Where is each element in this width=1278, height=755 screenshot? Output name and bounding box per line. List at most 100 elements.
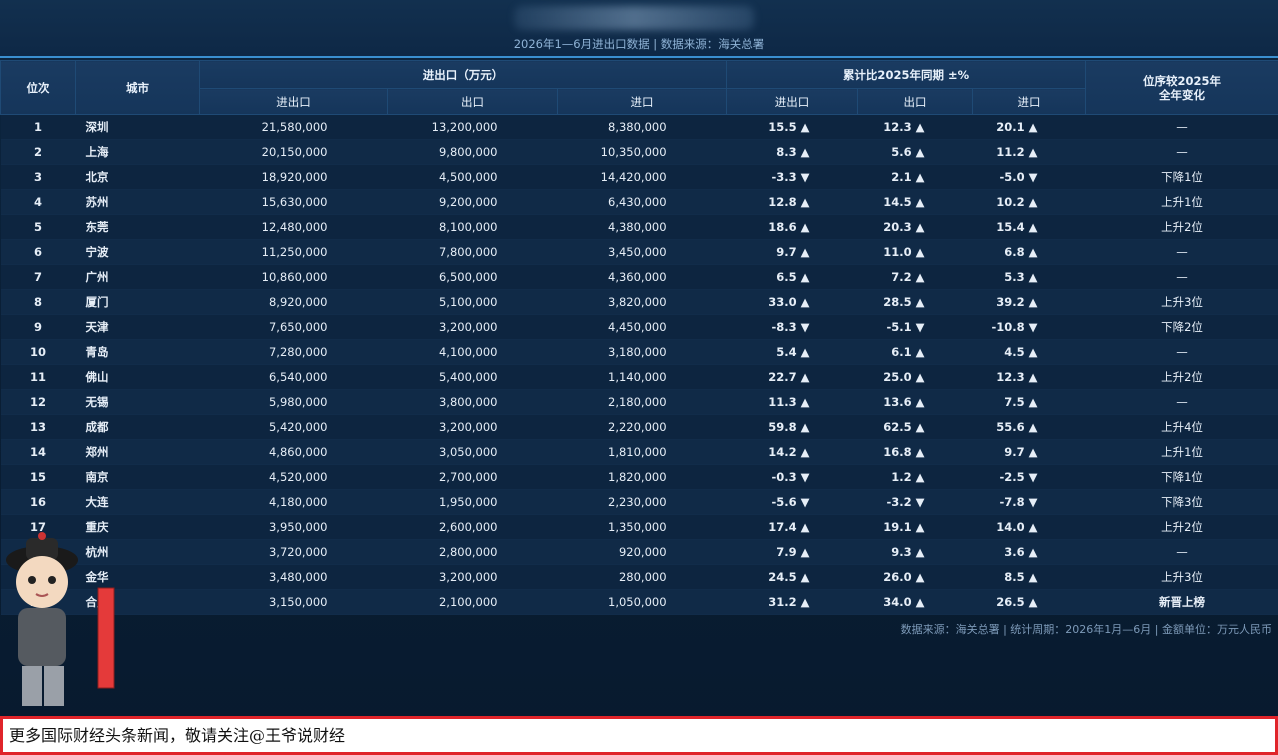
city-cell: 成都 <box>75 414 200 440</box>
rank-cell: 16 <box>0 489 76 515</box>
export-cell: 2,100,000 <box>387 589 558 615</box>
city-cell: 郑州 <box>75 439 200 465</box>
header-group-growth: 累计比2025年同期 ±% <box>726 60 1087 89</box>
rank-change-cell: 下降1位 <box>1085 464 1278 490</box>
table-row: 19金华3,480,0003,200,000280,00024.5 ▲26.0 … <box>0 564 1278 590</box>
export-cell: 4,100,000 <box>387 339 558 365</box>
import-cell: 1,140,000 <box>557 364 727 390</box>
import-cell: 4,360,000 <box>557 264 727 290</box>
table-row: 13 成都 5,420,000 3,200,000 2,220,000 59.8 ▲ 62.… <box>0 414 1278 440</box>
import-cell: 14,420,000 <box>557 164 727 190</box>
growth-import-cell: 3.6 ▲ <box>972 539 1086 565</box>
export-cell: 5,400,000 <box>387 364 558 390</box>
city-cell: 广州 <box>75 264 200 290</box>
growth-export-cell: -5.1 ▼ <box>857 314 973 340</box>
export-cell: 5,100,000 <box>387 289 558 315</box>
table-row: 4 苏州 15,630,000 9,200,000 6,430,000 12.8 ▲ 14.… <box>0 189 1278 215</box>
import-cell: 8,380,000 <box>557 114 727 140</box>
growth-total-cell: 18.6 ▲ <box>726 214 858 240</box>
growth-export-cell: -3.2 ▼ <box>857 489 973 515</box>
growth-total-cell: 22.7 ▲ <box>726 364 858 390</box>
growth-import-cell: 26.5 ▲ <box>972 589 1086 615</box>
growth-import-cell: 9.7 ▲ <box>972 439 1086 465</box>
growth-total-cell: 15.5 ▲ <box>726 114 858 140</box>
export-cell: 9,200,000 <box>387 189 558 215</box>
growth-export-cell: 5.6 ▲ <box>857 139 973 165</box>
rank-change-cell: — <box>1085 139 1278 165</box>
table-row: 9 天津 7,650,000 3,200,000 4,450,000 -8.3 ▼ -5.1… <box>0 314 1278 340</box>
header-amount-export: 出口 <box>387 88 558 115</box>
rank-change-cell: 上升3位 <box>1085 289 1278 315</box>
rank-change-cell: — <box>1085 264 1278 290</box>
export-cell: 3,050,000 <box>387 439 558 465</box>
rank-change-cell: 下降2位 <box>1085 314 1278 340</box>
growth-import-cell: 10.2 ▲ <box>972 189 1086 215</box>
mascot-illustration <box>6 532 115 706</box>
header-amount-total: 进出口 <box>199 88 388 115</box>
growth-export-cell: 9.3 ▲ <box>857 539 973 565</box>
growth-total-cell: 11.3 ▲ <box>726 389 858 415</box>
rank-change-cell: 上升4位 <box>1085 414 1278 440</box>
import-cell: 4,450,000 <box>557 314 727 340</box>
city-cell: 青岛 <box>75 339 200 365</box>
growth-total-cell: -8.3 ▼ <box>726 314 858 340</box>
growth-total-cell: 59.8 ▲ <box>726 414 858 440</box>
header-amount-import: 进口 <box>556 88 728 115</box>
rank-change-cell: — <box>1085 239 1278 265</box>
import-cell: 1,350,000 <box>557 514 727 540</box>
rank-cell: 4 <box>0 189 76 215</box>
table-row: 15 南京 4,520,000 2,700,000 1,820,000 -0.3 ▼ 1.2… <box>0 464 1278 490</box>
import-cell: 2,220,000 <box>557 414 727 440</box>
import-cell: 280,000 <box>557 564 727 590</box>
table-row: 10 青岛 7,280,000 4,100,000 3,180,000 5.4 ▲ 6.1 … <box>0 339 1278 365</box>
rank-change-cell: 上升2位 <box>1085 364 1278 390</box>
subtitle: 2026年1—6月进出口数据 | 数据来源：海关总署 <box>513 37 765 51</box>
growth-export-cell: 13.6 ▲ <box>857 389 973 415</box>
rank-cell: 5 <box>0 214 76 240</box>
header-rank: 位次 <box>0 60 76 115</box>
table-row: 8 厦门 8,920,000 5,100,000 3,820,000 33.0 ▲ 28.5… <box>0 289 1278 315</box>
blurred-title <box>514 6 754 30</box>
import-cell: 3,450,000 <box>557 239 727 265</box>
rank-cell: 6 <box>0 239 76 265</box>
rank-cell: 15 <box>0 464 76 490</box>
rank-change-cell: — <box>1085 389 1278 415</box>
table-row: 12 无锡 5,980,000 3,800,000 2,180,000 11.3 ▲ 13.… <box>0 389 1278 415</box>
growth-total-cell: 8.3 ▲ <box>726 139 858 165</box>
growth-import-cell: 7.5 ▲ <box>972 389 1086 415</box>
growth-import-cell: -2.5 ▼ <box>972 464 1086 490</box>
total-cell: 10,860,000 <box>199 264 388 290</box>
growth-import-cell: -7.8 ▼ <box>972 489 1086 515</box>
export-cell: 3,200,000 <box>387 314 558 340</box>
export-cell: 2,800,000 <box>387 539 558 565</box>
rank-change-cell: 下降1位 <box>1085 164 1278 190</box>
growth-export-cell: 25.0 ▲ <box>857 364 973 390</box>
rank-change-cell: 新晋上榜 <box>1085 589 1278 615</box>
total-cell: 18,920,000 <box>199 164 388 190</box>
rank-change-cell: 上升1位 <box>1085 189 1278 215</box>
city-cell: 苏州 <box>75 189 200 215</box>
city-cell: 深圳 <box>75 114 200 140</box>
total-cell: 7,280,000 <box>199 339 388 365</box>
growth-export-cell: 14.5 ▲ <box>857 189 973 215</box>
growth-export-cell: 16.8 ▲ <box>857 439 973 465</box>
growth-export-cell: 6.1 ▲ <box>857 339 973 365</box>
growth-import-cell: 55.6 ▲ <box>972 414 1086 440</box>
rank-cell: 12 <box>0 389 76 415</box>
total-cell: 8,920,000 <box>199 289 388 315</box>
header-change: 位序较2025年 全年变化 <box>1085 60 1278 115</box>
import-cell: 1,810,000 <box>557 439 727 465</box>
table-row: 18杭州3,720,0002,800,000920,0007.9 ▲9.3 ▲3… <box>0 539 1278 565</box>
rank-change-cell: 上升1位 <box>1085 439 1278 465</box>
export-cell: 2,700,000 <box>387 464 558 490</box>
city-cell: 上海 <box>75 139 200 165</box>
rank-change-cell: 上升2位 <box>1085 514 1278 540</box>
growth-import-cell: 6.8 ▲ <box>972 239 1086 265</box>
total-cell: 12,480,000 <box>199 214 388 240</box>
import-cell: 1,820,000 <box>557 464 727 490</box>
table-row: 5 东莞 12,480,000 8,100,000 4,380,000 18.6 ▲ 20.… <box>0 214 1278 240</box>
export-cell: 8,100,000 <box>387 214 558 240</box>
city-cell: 厦门 <box>75 289 200 315</box>
growth-import-cell: 8.5 ▲ <box>972 564 1086 590</box>
growth-import-cell: 12.3 ▲ <box>972 364 1086 390</box>
